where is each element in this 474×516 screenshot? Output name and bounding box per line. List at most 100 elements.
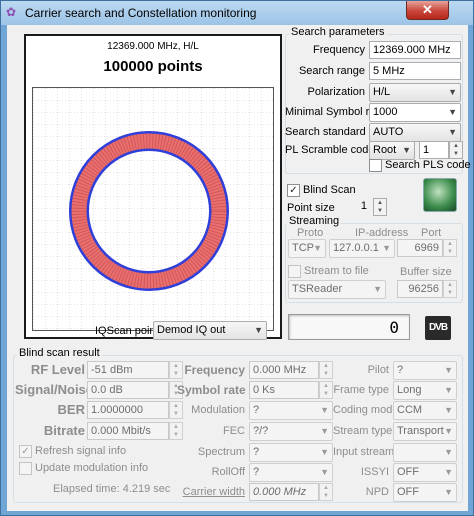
spectrum-label: Spectrum bbox=[197, 446, 245, 458]
proto-header: Proto bbox=[297, 227, 324, 239]
mascot-icon bbox=[423, 178, 457, 212]
result-frequency-spinner[interactable]: ▲ ▼ bbox=[319, 361, 333, 379]
search-pls-checkbox[interactable] bbox=[369, 159, 382, 172]
chevron-down-icon: ▼ bbox=[320, 447, 329, 457]
point-size-input[interactable]: 1 bbox=[337, 198, 373, 216]
buffer-size-label: Buffer size bbox=[400, 266, 452, 278]
elapsed-time: Elapsed time: 4.219 sec bbox=[53, 483, 171, 495]
constellation-plot: 12369.000 MHz, H/L 100000 points bbox=[24, 34, 282, 339]
coding-mode-value: CCM bbox=[397, 404, 423, 416]
grid-pattern bbox=[33, 88, 273, 330]
coding-mode-select[interactable]: CCM ▼ bbox=[393, 401, 457, 420]
iqscan-select[interactable]: Demod IQ out ▼ bbox=[153, 321, 267, 340]
rf-level-field: -51 dBm bbox=[87, 361, 169, 379]
chevron-down-icon: ▼ bbox=[448, 107, 457, 117]
fec-value: ?/? bbox=[253, 425, 269, 437]
search-range-input[interactable]: 5 MHz bbox=[369, 62, 461, 80]
symbol-rate-field: 0 Ks bbox=[249, 381, 319, 399]
stream-to-file-checkbox[interactable] bbox=[288, 265, 301, 278]
symbol-rate-label: Symbol rate bbox=[177, 383, 246, 397]
iqscan-value: Demod IQ out bbox=[157, 324, 226, 336]
chevron-down-icon: ▼ bbox=[444, 385, 453, 395]
port-input[interactable]: 6969 bbox=[397, 239, 443, 257]
refresh-signal-checkbox[interactable]: ✓ bbox=[19, 445, 32, 458]
issyi-label: ISSYI bbox=[360, 466, 389, 478]
bitrate-field: 0.000 Mbit/s bbox=[87, 422, 169, 440]
fec-label: FEC bbox=[223, 425, 245, 437]
ip-address-value: 127.0.0.1 bbox=[333, 242, 379, 254]
symbol-rate-spinner[interactable]: ▲ ▼ bbox=[319, 381, 333, 399]
chevron-down-icon: ▼ bbox=[320, 426, 329, 436]
carrier-width-link[interactable]: Carrier width bbox=[177, 486, 245, 498]
chevron-down-icon: ▼ bbox=[444, 365, 453, 375]
title-bar[interactable]: ✿ Carrier search and Constellation monit… bbox=[1, 1, 473, 25]
pls-code-label: PL Scramble code bbox=[285, 144, 375, 156]
chevron-down-icon: ▼ bbox=[320, 467, 329, 477]
buffer-size-input[interactable]: 96256 bbox=[397, 280, 443, 298]
frequency-input[interactable]: 12369.000 MHz bbox=[369, 41, 461, 59]
pls-mode-select[interactable]: Root ▼ bbox=[369, 141, 415, 160]
search-range-label: Search range bbox=[298, 65, 365, 77]
pls-code-input[interactable]: 1 bbox=[419, 141, 449, 159]
issyi-select[interactable]: OFF ▼ bbox=[393, 463, 457, 482]
update-modulation-checkbox[interactable] bbox=[19, 462, 32, 475]
min-symbol-rate-value: 1000 bbox=[373, 106, 398, 118]
min-symbol-rate-select[interactable]: 1000 ▼ bbox=[369, 103, 461, 122]
stream-type-select[interactable]: Transport ▼ bbox=[393, 422, 457, 441]
pilot-select[interactable]: ? ▼ bbox=[393, 361, 457, 380]
chevron-down-icon: ▼ bbox=[313, 243, 322, 253]
input-stream-select[interactable]: ▼ bbox=[393, 443, 457, 462]
ber-label: BER bbox=[57, 402, 85, 417]
frame-type-select[interactable]: Long ▼ bbox=[393, 381, 457, 400]
modulation-select[interactable]: ? ▼ bbox=[249, 401, 333, 420]
port-spinner[interactable]: ▲ ▼ bbox=[443, 239, 457, 257]
pilot-label: Pilot bbox=[367, 364, 389, 376]
npd-select[interactable]: OFF ▼ bbox=[393, 483, 457, 502]
chevron-down-icon: ▼ bbox=[444, 447, 453, 457]
port-header: Port bbox=[421, 227, 442, 239]
snr-field: 0.0 dB bbox=[87, 381, 169, 399]
fec-select[interactable]: ?/? ▼ bbox=[249, 422, 333, 441]
app-icon: ✿ bbox=[6, 5, 17, 19]
input-stream-label: Input stream bbox=[333, 446, 395, 458]
pls-code-spinner[interactable]: ▲ ▼ bbox=[449, 141, 463, 159]
rolloff-value: ? bbox=[253, 466, 260, 478]
polarization-label: Polarization bbox=[307, 86, 365, 98]
dvb-logo: DVB bbox=[425, 316, 451, 340]
search-standard-label: Search standard bbox=[285, 126, 366, 138]
blind-scan-checkbox[interactable]: ✓ bbox=[287, 184, 300, 197]
file-format-select[interactable]: TSReader ▼ bbox=[288, 280, 386, 299]
stream-to-file-label: Stream to file bbox=[304, 265, 369, 277]
frame-type-label: Frame type bbox=[333, 384, 389, 396]
client-area: 12369.000 MHz, H/L 100000 points Search … bbox=[7, 25, 471, 511]
search-standard-select[interactable]: AUTO ▼ bbox=[369, 123, 461, 142]
chevron-down-icon: ▼ bbox=[444, 467, 453, 477]
result-frequency-label: Frequency bbox=[184, 363, 245, 377]
spectrum-select[interactable]: ? ▼ bbox=[249, 443, 333, 462]
rolloff-select[interactable]: ? ▼ bbox=[249, 463, 333, 482]
lcd-value: 0 bbox=[389, 318, 399, 337]
npd-value: OFF bbox=[397, 486, 419, 498]
lcd-display: 0 bbox=[288, 314, 410, 340]
close-button[interactable]: ✕ bbox=[406, 1, 449, 20]
point-size-spinner[interactable]: ▲ ▼ bbox=[373, 198, 387, 216]
ip-header: IP-address bbox=[355, 227, 409, 239]
rolloff-label: RollOff bbox=[211, 466, 245, 478]
update-modulation-label: Update modulation info bbox=[35, 462, 149, 474]
ip-address-select[interactable]: 127.0.0.1 ▼ bbox=[329, 239, 395, 258]
polarization-select[interactable]: H/L ▼ bbox=[369, 83, 461, 102]
blind-scan-result-title: Blind scan result bbox=[17, 347, 102, 359]
proto-select[interactable]: TCP ▼ bbox=[288, 239, 326, 258]
chevron-down-icon: ▼ bbox=[373, 284, 382, 294]
stream-type-value: Transport bbox=[397, 425, 444, 437]
plot-grid bbox=[32, 87, 274, 331]
coding-mode-label: Coding mode bbox=[333, 404, 399, 416]
carrier-width-spinner[interactable]: ▲ ▼ bbox=[319, 483, 333, 501]
chevron-down-icon: ▼ bbox=[444, 426, 453, 436]
modulation-label: Modulation bbox=[191, 404, 245, 416]
chevron-down-icon: ▼ bbox=[444, 405, 453, 415]
modulation-value: ? bbox=[253, 404, 260, 416]
chevron-down-icon: ▼ bbox=[448, 87, 457, 97]
buffer-size-spinner[interactable]: ▲ ▼ bbox=[443, 280, 457, 298]
frame-type-value: Long bbox=[397, 384, 422, 396]
